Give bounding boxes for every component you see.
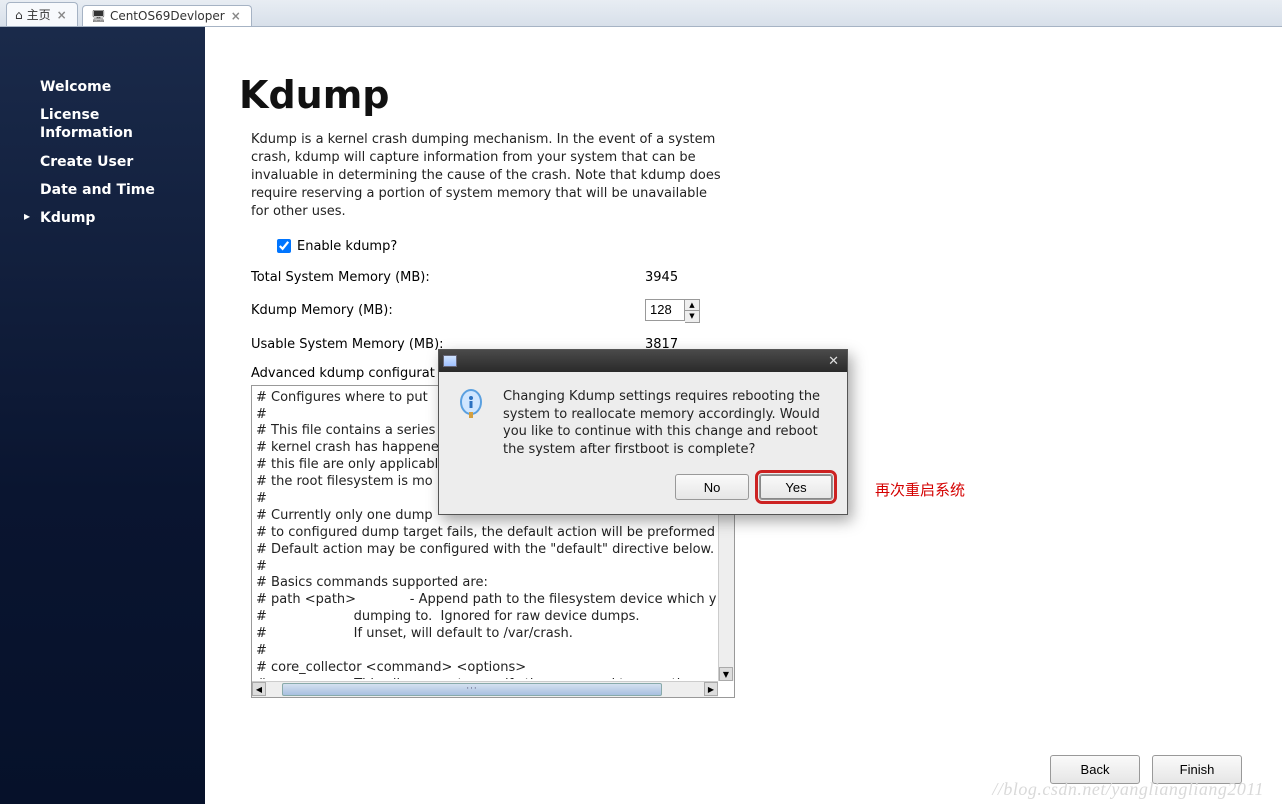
tab-label: 主页 xyxy=(27,6,51,23)
tab-vm[interactable]: 🖥 CentOS69Devloper × xyxy=(82,5,252,26)
dialog-titlebar[interactable]: ✕ xyxy=(439,350,847,372)
total-memory-label: Total System Memory (MB): xyxy=(251,270,645,285)
sidebar-item-welcome[interactable]: Welcome xyxy=(0,73,205,101)
yes-button[interactable]: Yes xyxy=(759,474,833,500)
confirm-dialog: ✕ Changing Kdump settings requires reboo… xyxy=(438,349,848,515)
scroll-right-icon[interactable]: ▶ xyxy=(704,682,718,696)
kdump-memory-spinner: ▲ ▼ xyxy=(645,299,700,323)
total-memory-row: Total System Memory (MB): 3945 xyxy=(251,270,1242,285)
scroll-left-icon[interactable]: ◀ xyxy=(252,682,266,696)
kdump-memory-label: Kdump Memory (MB): xyxy=(251,303,645,318)
spinner-up-icon[interactable]: ▲ xyxy=(685,300,699,311)
total-memory-value: 3945 xyxy=(645,270,725,285)
sidebar-item-date-time[interactable]: Date and Time xyxy=(0,176,205,204)
sidebar-item-create-user[interactable]: Create User xyxy=(0,148,205,176)
tab-label: CentOS69Devloper xyxy=(110,9,225,23)
sidebar-item-kdump[interactable]: Kdump xyxy=(0,204,205,232)
window-tab-bar: ⌂ 主页 × 🖥 CentOS69Devloper × xyxy=(0,0,1282,27)
spinner-down-icon[interactable]: ▼ xyxy=(685,311,699,322)
close-icon[interactable]: × xyxy=(55,8,69,22)
tab-home[interactable]: ⌂ 主页 × xyxy=(6,2,78,26)
enable-kdump-checkbox[interactable] xyxy=(277,239,291,253)
no-button[interactable]: No xyxy=(675,474,749,500)
page-description: Kdump is a kernel crash dumping mechanis… xyxy=(251,131,721,221)
scroll-down-icon[interactable]: ▼ xyxy=(719,667,733,681)
window-icon xyxy=(443,355,457,367)
sidebar: Welcome License Information Create User … xyxy=(0,27,205,804)
close-icon[interactable]: ✕ xyxy=(824,354,843,369)
watermark: //blog.csdn.net/yangliangliang2011 xyxy=(992,779,1264,800)
vm-icon: 🖥 xyxy=(91,9,106,23)
enable-kdump-label: Enable kdump? xyxy=(297,239,397,254)
sidebar-item-license[interactable]: License Information xyxy=(0,101,205,147)
kdump-memory-input[interactable] xyxy=(645,299,685,321)
page-title: Kdump xyxy=(239,73,1242,117)
enable-kdump-row: Enable kdump? xyxy=(277,239,1242,254)
scroll-thumb[interactable] xyxy=(282,683,662,696)
kdump-memory-row: Kdump Memory (MB): ▲ ▼ xyxy=(251,299,1242,323)
horizontal-scrollbar[interactable]: ◀ ▶ xyxy=(252,681,718,697)
home-icon: ⌂ xyxy=(15,8,23,22)
info-icon xyxy=(455,388,487,420)
dialog-message: Changing Kdump settings requires rebooti… xyxy=(503,388,829,458)
annotation-text: 再次重启系统 xyxy=(875,479,965,500)
close-icon[interactable]: × xyxy=(229,9,243,23)
